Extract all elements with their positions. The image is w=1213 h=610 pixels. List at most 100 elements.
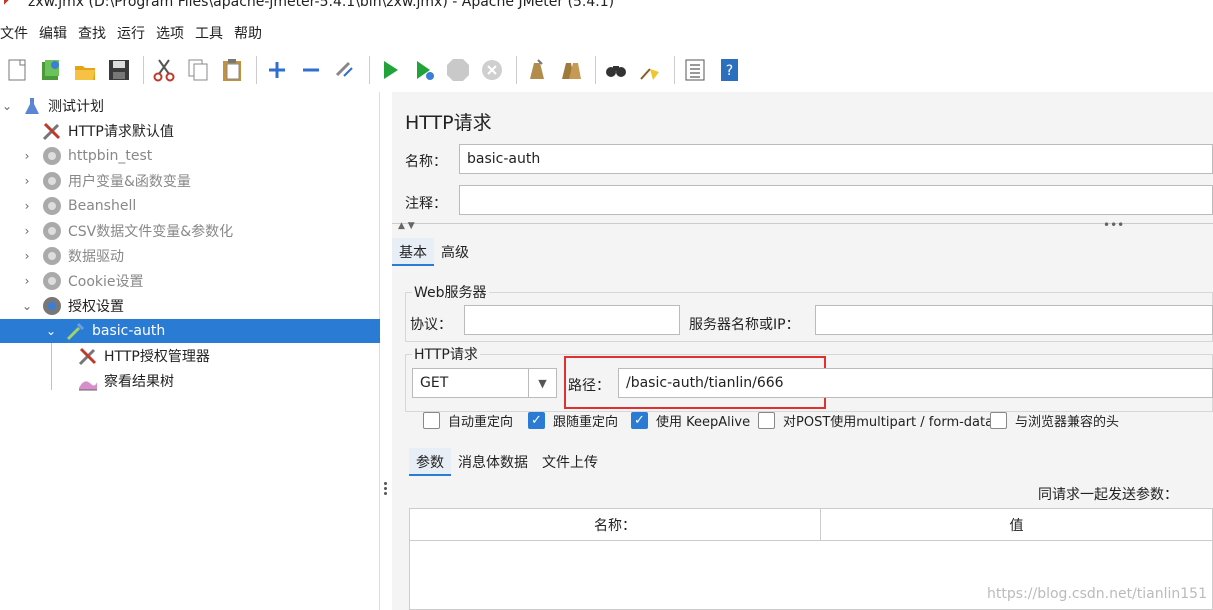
http-request-panel: HTTP请求 名称： basic-auth 注释： ▲ ▼ ••• 基本 高级 … xyxy=(392,92,1213,610)
toolbar-separator xyxy=(516,56,517,84)
toolbar-separator xyxy=(369,56,370,84)
stop-icon[interactable] xyxy=(443,55,473,85)
chevron-down-icon[interactable]: ⌄ xyxy=(0,99,14,113)
tree-node-auth-manager[interactable]: HTTP授权管理器 xyxy=(70,344,210,368)
split-pane-handle[interactable] xyxy=(383,480,389,500)
browser-headers-checkbox[interactable]: 与浏览器兼容的头 xyxy=(990,411,1119,430)
checkbox-unchecked-icon[interactable] xyxy=(758,412,775,429)
menu-bar: 文件 编辑 查找 运行 选项 工具 帮助 xyxy=(0,20,1213,46)
function-helper-icon[interactable] xyxy=(680,55,710,85)
tree-node-auth-settings[interactable]: ⌄ 授权设置 xyxy=(20,294,124,318)
chevron-right-icon[interactable]: › xyxy=(20,224,34,238)
templates-icon[interactable] xyxy=(36,55,66,85)
clear-all-icon[interactable] xyxy=(556,55,586,85)
chevron-down-icon[interactable]: ⌄ xyxy=(44,324,58,338)
tree-node-httpbin-test[interactable]: › httpbin_test xyxy=(20,144,152,168)
menu-edit[interactable]: 编辑 xyxy=(39,23,67,43)
toolbar-separator xyxy=(595,56,596,84)
column-value-header[interactable]: 值 xyxy=(821,509,1212,540)
jmeter-feather-icon xyxy=(4,0,14,9)
tab-body-data[interactable]: 消息体数据 xyxy=(451,448,535,476)
protocol-field[interactable] xyxy=(464,305,680,335)
checkbox-unchecked-icon[interactable] xyxy=(423,412,440,429)
tools-icon xyxy=(76,345,100,367)
table-header: 名称： 值 xyxy=(410,509,1212,541)
chevron-right-icon[interactable]: › xyxy=(20,249,34,263)
keepalive-checkbox[interactable]: ✓ 使用 KeepAlive xyxy=(631,411,750,430)
menu-run[interactable]: 运行 xyxy=(117,23,145,43)
comment-field[interactable] xyxy=(459,185,1213,215)
menu-search[interactable]: 查找 xyxy=(78,23,106,43)
copy-icon[interactable] xyxy=(183,55,213,85)
menu-file[interactable]: 文件 xyxy=(0,23,28,43)
tree-node-results-tree[interactable]: 察看结果树 xyxy=(70,369,174,393)
save-icon[interactable] xyxy=(104,55,134,85)
gear-icon xyxy=(40,245,64,267)
auto-redirect-checkbox[interactable]: 自动重定向 xyxy=(423,411,513,430)
paste-icon[interactable] xyxy=(217,55,247,85)
gear-icon xyxy=(40,145,64,167)
server-label: 服务器名称或IP： xyxy=(689,317,800,333)
tab-basic[interactable]: 基本 xyxy=(392,238,434,266)
server-field[interactable] xyxy=(815,305,1213,335)
chevron-down-icon[interactable]: ⌄ xyxy=(20,299,34,313)
gear-icon xyxy=(40,170,64,192)
search-icon[interactable] xyxy=(601,55,631,85)
tree-node-test-plan[interactable]: ⌄ 测试计划 xyxy=(0,94,104,118)
clear-icon[interactable] xyxy=(522,55,552,85)
collapse-icon[interactable] xyxy=(296,55,326,85)
start-no-pause-icon[interactable] xyxy=(409,55,439,85)
name-field[interactable]: basic-auth xyxy=(459,144,1213,174)
tree-node-cookie[interactable]: › Cookie设置 xyxy=(20,269,144,293)
collapse-arrows-icon[interactable]: ▲ ▼ xyxy=(398,221,415,231)
expand-icon[interactable] xyxy=(262,55,292,85)
chevron-right-icon[interactable]: › xyxy=(20,174,34,188)
chevron-right-icon[interactable]: › xyxy=(20,274,34,288)
toggle-icon[interactable] xyxy=(330,55,360,85)
path-field[interactable]: /basic-auth/tianlin/666 xyxy=(618,368,1213,398)
cut-icon[interactable] xyxy=(149,55,179,85)
web-server-title: Web服务器 xyxy=(412,282,489,302)
follow-redirect-checkbox[interactable]: ✓ 跟随重定向 xyxy=(528,411,618,430)
column-name-header[interactable]: 名称： xyxy=(410,509,821,540)
open-icon[interactable] xyxy=(70,55,100,85)
tree-node-beanshell[interactable]: › Beanshell xyxy=(20,194,136,218)
toolbar-separator xyxy=(256,56,257,84)
drag-dots-icon[interactable]: ••• xyxy=(1103,218,1124,232)
toolbar-separator xyxy=(674,56,675,84)
tree-node-basic-auth[interactable]: ⌄ basic-auth xyxy=(0,319,380,343)
menu-options[interactable]: 选项 xyxy=(156,23,184,43)
chevron-right-icon[interactable]: › xyxy=(20,149,34,163)
multipart-checkbox[interactable]: 对POST使用multipart / form-data xyxy=(758,411,993,430)
start-icon[interactable] xyxy=(375,55,405,85)
tools-icon xyxy=(40,120,64,142)
menu-tools[interactable]: 工具 xyxy=(195,23,223,43)
tree-node-http-defaults[interactable]: HTTP请求默认值 xyxy=(20,119,174,143)
reset-search-icon[interactable] xyxy=(635,55,665,85)
send-params-label: 同请求一起发送参数： xyxy=(1038,487,1178,503)
chevron-right-icon[interactable]: › xyxy=(20,199,34,213)
method-select[interactable]: GET ▼ xyxy=(412,368,557,398)
watermark: https://blog.csdn.net/tianlin151 xyxy=(987,586,1207,602)
tab-advanced[interactable]: 高级 xyxy=(434,238,476,266)
protocol-label: 协议： xyxy=(410,317,452,333)
checkbox-unchecked-icon[interactable] xyxy=(990,412,1007,429)
toolbar-separator xyxy=(143,56,144,84)
gear-icon xyxy=(40,220,64,242)
svg-text:?: ? xyxy=(726,63,733,79)
chevron-down-icon[interactable]: ▼ xyxy=(528,369,556,397)
tree-node-data-driven[interactable]: › 数据驱动 xyxy=(20,244,124,268)
help-icon[interactable]: ? xyxy=(714,55,744,85)
splitter-bar[interactable]: ▲ ▼ ••• xyxy=(392,218,1213,233)
new-icon[interactable] xyxy=(2,55,32,85)
tree-node-csv[interactable]: › CSV数据文件变量&参数化 xyxy=(20,219,233,243)
shutdown-icon[interactable] xyxy=(477,55,507,85)
tree-node-user-vars[interactable]: › 用户变量&函数变量 xyxy=(20,169,191,193)
checkbox-checked-icon[interactable]: ✓ xyxy=(528,412,545,429)
tab-file-upload[interactable]: 文件上传 xyxy=(535,448,605,476)
tab-parameters[interactable]: 参数 xyxy=(409,448,451,476)
checkbox-checked-icon[interactable]: ✓ xyxy=(631,412,648,429)
menu-help[interactable]: 帮助 xyxy=(234,23,262,43)
main-tabs: 基本 高级 xyxy=(392,238,476,266)
results-tree-icon xyxy=(76,370,100,392)
